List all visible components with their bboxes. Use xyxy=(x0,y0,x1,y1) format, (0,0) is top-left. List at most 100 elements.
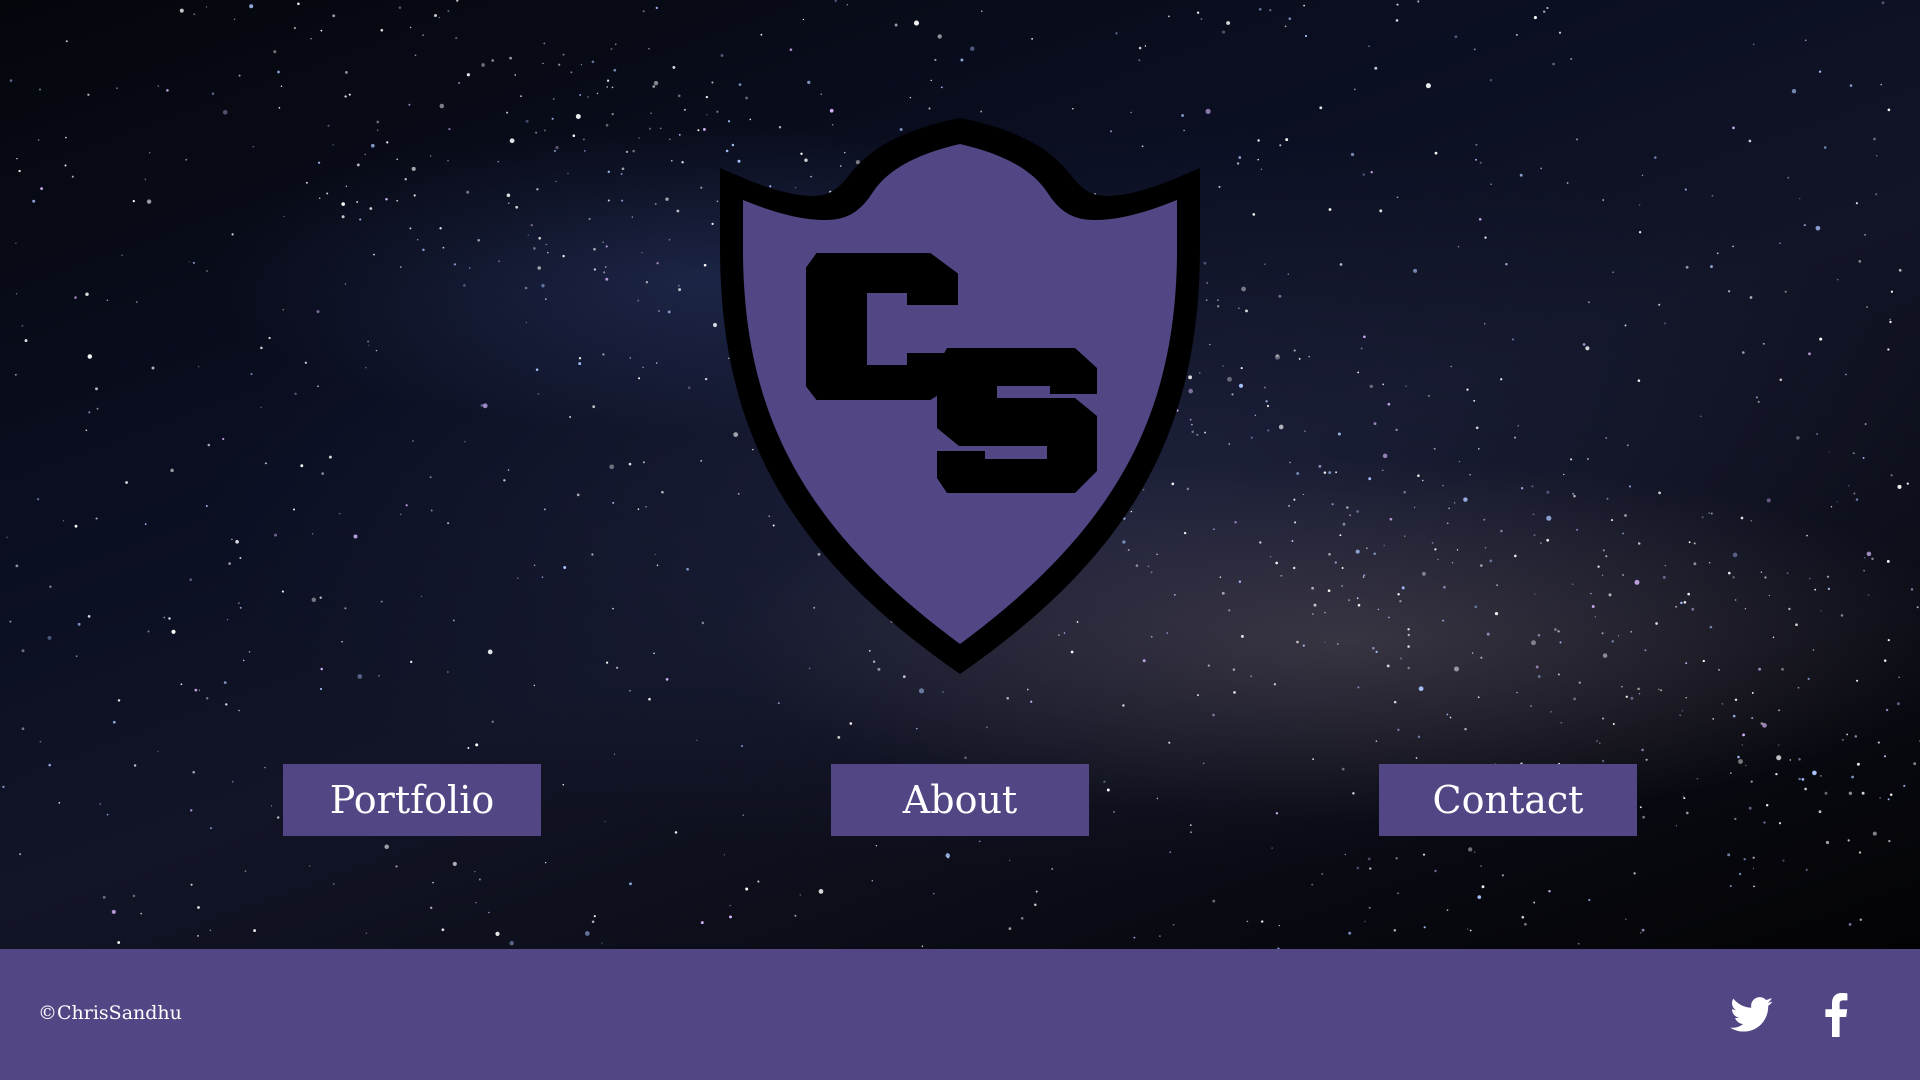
star xyxy=(1218,185,1221,188)
star xyxy=(429,155,432,157)
star xyxy=(1751,691,1754,694)
star xyxy=(520,95,522,98)
star xyxy=(1797,686,1800,689)
star xyxy=(1798,758,1801,761)
star xyxy=(1570,57,1573,61)
star xyxy=(655,6,658,10)
star xyxy=(913,20,920,26)
star xyxy=(683,108,686,111)
star xyxy=(533,564,536,567)
star xyxy=(1709,625,1713,629)
star xyxy=(36,498,40,501)
star xyxy=(789,48,793,52)
star xyxy=(1415,757,1418,759)
star xyxy=(1355,549,1360,554)
star xyxy=(453,263,457,266)
star xyxy=(1685,697,1687,699)
star xyxy=(1546,515,1552,521)
star xyxy=(1875,193,1878,196)
star xyxy=(1257,139,1260,142)
star xyxy=(1913,762,1917,766)
star xyxy=(777,702,780,705)
star xyxy=(1693,542,1696,545)
star xyxy=(562,53,565,56)
star xyxy=(226,618,229,621)
nav-contact-button[interactable]: Contact xyxy=(1379,764,1637,836)
star xyxy=(1205,108,1211,114)
star xyxy=(1240,634,1244,638)
star xyxy=(1122,704,1125,707)
star xyxy=(1133,936,1136,939)
copyright-text: ©ChrisSandhu xyxy=(38,1002,182,1024)
star xyxy=(702,127,706,131)
star xyxy=(1481,885,1485,889)
star xyxy=(1303,430,1306,433)
star xyxy=(642,366,644,369)
star xyxy=(1341,566,1344,570)
star xyxy=(239,557,242,559)
star xyxy=(1303,4,1305,7)
star xyxy=(641,252,643,254)
star xyxy=(1566,182,1569,184)
star xyxy=(506,193,511,198)
nav-about-button[interactable]: About xyxy=(831,764,1089,836)
star xyxy=(1519,173,1523,177)
star xyxy=(1559,641,1562,644)
star xyxy=(637,299,640,302)
star xyxy=(332,144,334,146)
star xyxy=(538,236,542,240)
star xyxy=(1533,534,1536,537)
star xyxy=(1608,593,1612,597)
star xyxy=(1791,88,1797,94)
star xyxy=(1737,755,1740,759)
star xyxy=(603,271,606,274)
star xyxy=(507,469,510,471)
facebook-link[interactable] xyxy=(1806,949,1866,1080)
star xyxy=(305,181,308,184)
star xyxy=(294,392,297,396)
star xyxy=(197,906,200,909)
star xyxy=(1896,702,1900,706)
star xyxy=(422,34,425,37)
star xyxy=(1172,923,1175,926)
star xyxy=(1293,498,1296,501)
star xyxy=(466,73,471,77)
star xyxy=(1349,514,1352,517)
star xyxy=(1464,727,1467,731)
star xyxy=(1602,199,1604,201)
star xyxy=(1291,540,1294,542)
star xyxy=(1389,517,1393,521)
star xyxy=(1700,415,1702,418)
star xyxy=(1880,83,1882,86)
star xyxy=(638,137,640,139)
star xyxy=(1393,700,1397,704)
star xyxy=(205,505,208,507)
star xyxy=(189,578,193,582)
star xyxy=(1889,320,1892,324)
star xyxy=(1285,138,1289,142)
star xyxy=(378,674,380,677)
star xyxy=(1696,777,1699,780)
star xyxy=(535,368,539,371)
star xyxy=(1691,607,1695,611)
star xyxy=(317,161,321,164)
star xyxy=(1708,512,1711,514)
star xyxy=(1630,696,1634,700)
star xyxy=(1413,506,1416,509)
star xyxy=(319,197,321,199)
star xyxy=(49,585,52,588)
star xyxy=(1480,656,1483,659)
nav-portfolio-button[interactable]: Portfolio xyxy=(283,764,541,836)
star xyxy=(1845,373,1847,376)
star xyxy=(654,203,657,205)
star xyxy=(1298,357,1301,360)
star xyxy=(1732,126,1735,130)
star xyxy=(584,150,586,152)
star xyxy=(960,58,964,62)
twitter-link[interactable] xyxy=(1722,949,1782,1080)
star xyxy=(606,661,609,664)
star xyxy=(1475,143,1478,146)
star xyxy=(1815,225,1821,231)
star xyxy=(1816,433,1818,435)
star xyxy=(231,780,234,783)
